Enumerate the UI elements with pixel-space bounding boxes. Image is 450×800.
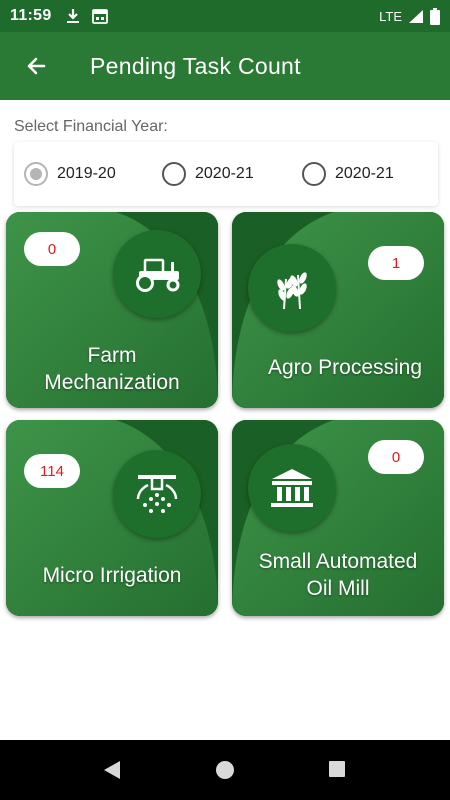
wheat-icon bbox=[277, 272, 307, 310]
tile-label-line1: Agro Processing bbox=[267, 356, 423, 379]
tile-label: Agro Processing bbox=[246, 354, 444, 381]
radio-button[interactable] bbox=[162, 162, 186, 186]
page-title: Pending Task Count bbox=[90, 52, 301, 79]
status-bar: 11:59 LTE bbox=[0, 0, 450, 32]
task-count-badge: 1 bbox=[368, 246, 424, 280]
tile-label: Small Automated Oil Mill bbox=[232, 548, 444, 602]
tile-label-line1: Micro Irrigation bbox=[42, 564, 182, 587]
recents-square-icon[interactable] bbox=[328, 760, 346, 778]
sprinkler-icon bbox=[136, 475, 178, 513]
financial-year-radio-group: 2019-20 2020-21 2020-21 bbox=[14, 142, 438, 206]
status-time: 11:59 bbox=[10, 7, 52, 24]
download-icon bbox=[66, 9, 79, 23]
radio-option-2020-21[interactable]: 2020-21 bbox=[162, 162, 254, 186]
network-label: LTE bbox=[379, 8, 402, 24]
icon-circle bbox=[113, 230, 201, 318]
tile-farm-mechanization[interactable]: 0 Farm Mechanization bbox=[6, 212, 218, 408]
icon-circle bbox=[248, 444, 336, 532]
tile-label: Farm Mechanization bbox=[6, 342, 218, 396]
task-count-badge: 0 bbox=[24, 232, 80, 266]
back-button[interactable] bbox=[8, 38, 64, 94]
icon-circle bbox=[113, 450, 201, 538]
task-count-badge: 0 bbox=[368, 440, 424, 474]
radio-option-2019-20[interactable]: 2019-20 bbox=[24, 162, 116, 186]
tile-label-line1: Small Automated bbox=[258, 550, 418, 573]
radio-label: 2020-21 bbox=[195, 165, 254, 182]
tile-label: Micro Irrigation bbox=[6, 562, 218, 589]
tractor-icon bbox=[136, 258, 180, 292]
tile-label-line2: Mechanization bbox=[44, 371, 180, 394]
battery-icon bbox=[430, 7, 440, 25]
icon-circle bbox=[248, 244, 336, 332]
system-nav-bar bbox=[0, 740, 450, 800]
tile-label-line1: Farm bbox=[87, 344, 137, 367]
app-bar: Pending Task Count bbox=[0, 32, 450, 100]
home-circle-icon[interactable] bbox=[215, 760, 235, 780]
status-notifications bbox=[66, 8, 108, 24]
back-triangle-icon[interactable] bbox=[102, 760, 122, 780]
tile-agro-processing[interactable]: 1 Agro Processing bbox=[232, 212, 444, 408]
status-system: LTE bbox=[379, 7, 440, 25]
tile-micro-irrigation[interactable]: 114 Micro Irrigation bbox=[6, 420, 218, 616]
calendar-icon bbox=[91, 8, 108, 24]
radio-label: 2020-21 bbox=[335, 165, 394, 182]
tile-small-automated-oil-mill[interactable]: 0 Small Automated Oil Mill bbox=[232, 420, 444, 616]
radio-option-2020-21-b[interactable]: 2020-21 bbox=[302, 162, 394, 186]
tile-label-line2: Oil Mill bbox=[306, 577, 370, 600]
radio-button[interactable] bbox=[302, 162, 326, 186]
building-icon bbox=[271, 469, 313, 507]
signal-icon bbox=[409, 9, 423, 23]
radio-button-checked[interactable] bbox=[24, 162, 48, 186]
task-count-badge: 114 bbox=[24, 454, 80, 488]
radio-label: 2019-20 bbox=[57, 165, 116, 182]
financial-year-label: Select Financial Year: bbox=[14, 118, 168, 135]
arrow-left-icon bbox=[27, 57, 46, 75]
